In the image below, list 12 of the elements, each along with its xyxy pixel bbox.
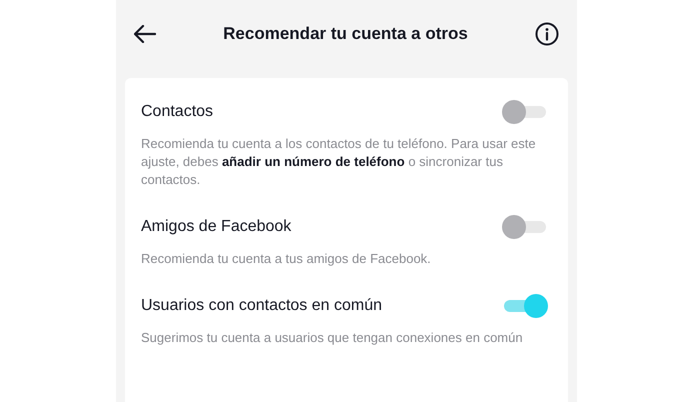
setting-label: Usuarios con contactos en común (141, 296, 382, 316)
setting-description: Recomienda tu cuenta a tus amigos de Facebook. (141, 250, 432, 268)
back-arrow-icon[interactable] (134, 25, 156, 43)
setting-label: Contactos (141, 102, 214, 122)
setting-description: Sugerimos tu cuenta a usuarios que tengan conexiones en común (141, 329, 524, 347)
page-title: Recomendar tu cuenta a otros (223, 23, 468, 46)
info-icon[interactable] (535, 22, 559, 46)
toggle-switch[interactable] (502, 294, 548, 318)
setting-label: Amigos de Facebook (141, 217, 292, 237)
toggle-switch[interactable] (502, 100, 548, 124)
setting-description: Recomienda tu cuenta a los contactos de tu teléfono. Para usar este ajuste, debes añadir un número de teléfono o sincronizar tus contactos. (141, 135, 537, 189)
toggle-switch[interactable] (502, 215, 548, 239)
